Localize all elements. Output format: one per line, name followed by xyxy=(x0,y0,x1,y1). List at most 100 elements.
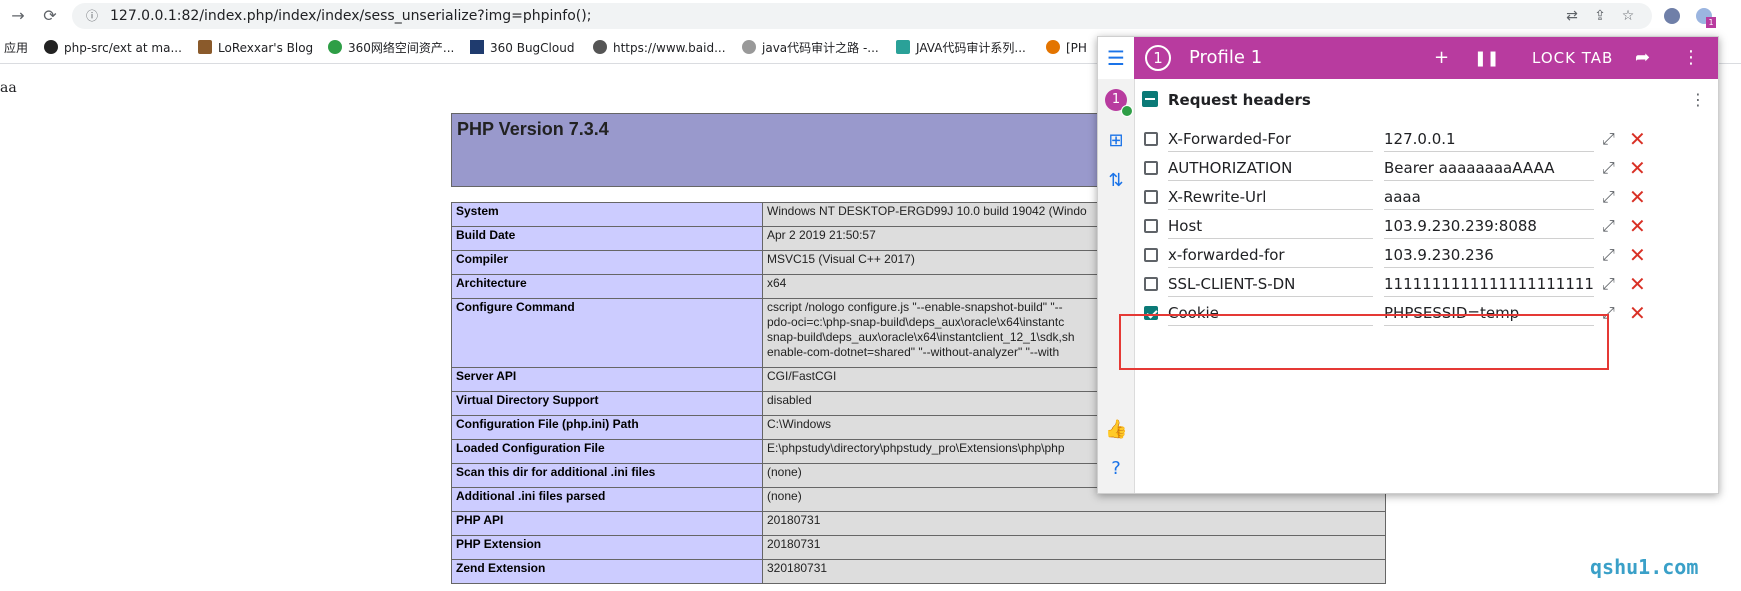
header-value-input[interactable]: 127.0.0.1 xyxy=(1384,127,1594,152)
row-key: Virtual Directory Support xyxy=(451,391,763,416)
expand-icon[interactable]: ⤢ xyxy=(1602,216,1615,236)
profile-number-icon: 1 xyxy=(1145,45,1171,71)
header-name-input[interactable]: AUTHORIZATION xyxy=(1168,156,1373,181)
collapse-checkbox[interactable] xyxy=(1142,91,1158,107)
help-icon[interactable]: ? xyxy=(1105,458,1127,480)
forward-icon[interactable]: → xyxy=(8,6,28,26)
url-text: 127.0.0.1:82/index.php/index/index/sess_… xyxy=(110,8,592,24)
header-checkbox[interactable] xyxy=(1144,219,1158,233)
header-value-input[interactable]: 11111111111111111111111111 xyxy=(1384,272,1594,297)
delete-icon[interactable]: ✕ xyxy=(1629,270,1646,298)
bugcloud-icon xyxy=(470,40,484,54)
more-vert-icon[interactable]: ⋮ xyxy=(1682,37,1700,79)
translate-icon[interactable]: ⇄ xyxy=(1562,6,1582,26)
header-row: AUTHORIZATION Bearer aaaaaaaaAAAA ⤢ ✕ xyxy=(1134,154,1718,184)
header-checkbox[interactable] xyxy=(1144,248,1158,262)
header-checkbox[interactable] xyxy=(1144,132,1158,146)
header-name-input[interactable]: SSL-CLIENT-S-DN xyxy=(1168,272,1373,297)
bookmark-item[interactable]: java代码审计之路 -... xyxy=(742,33,879,63)
lock-tab-button[interactable]: LOCK TAB xyxy=(1532,37,1613,79)
row-key: Build Date xyxy=(451,226,763,251)
row-key: Additional .ini files parsed xyxy=(451,487,763,512)
header-checkbox[interactable] xyxy=(1144,277,1158,291)
bookmark-item[interactable]: 360网络空间资产... xyxy=(328,33,454,63)
360-icon xyxy=(328,40,342,54)
delete-icon[interactable]: ✕ xyxy=(1629,154,1646,182)
hamburger-menu-icon[interactable]: ☰ xyxy=(1105,47,1127,69)
header-value-input[interactable]: 103.9.230.236 xyxy=(1384,243,1594,268)
extension-badge: 1 xyxy=(1706,17,1716,28)
bookmark-item[interactable]: php-src/ext at ma... xyxy=(44,33,182,63)
header-row: x-forwarded-for 103.9.230.236 ⤢ ✕ xyxy=(1134,241,1718,271)
header-name-input[interactable]: X-Forwarded-For xyxy=(1168,127,1373,152)
watermark: qshu1.com xyxy=(1590,555,1699,579)
sort-icon[interactable]: ⇅ xyxy=(1105,170,1127,192)
header-checkbox[interactable] xyxy=(1144,161,1158,175)
header-row: X-Forwarded-For 127.0.0.1 ⤢ ✕ xyxy=(1134,125,1718,155)
header-name-input[interactable]: X-Rewrite-Url xyxy=(1168,185,1373,210)
more-vert-icon[interactable]: ⋮ xyxy=(1690,85,1706,115)
expand-icon[interactable]: ⤢ xyxy=(1602,274,1615,294)
header-value-input[interactable]: 103.9.230.239:8088 xyxy=(1384,214,1594,239)
php-version-title: PHP Version 7.3.4 xyxy=(457,119,609,139)
bookmark-item[interactable]: https://www.baid... xyxy=(593,33,726,63)
site-icon xyxy=(742,40,756,54)
bookmark-item[interactable]: LoRexxar's Blog xyxy=(198,33,313,63)
sidebar-top: ☰ xyxy=(1098,37,1134,79)
table-row: PHP Extension 20180731 xyxy=(451,535,1386,560)
add-icon[interactable]: + xyxy=(1434,37,1449,79)
header-checkbox[interactable] xyxy=(1144,190,1158,204)
info-icon[interactable]: ⓘ xyxy=(82,6,102,26)
delete-icon[interactable]: ✕ xyxy=(1629,183,1646,211)
site-icon xyxy=(896,40,910,54)
blog-icon xyxy=(198,40,212,54)
delete-icon[interactable]: ✕ xyxy=(1629,212,1646,240)
row-value: 20180731 xyxy=(762,535,1386,560)
row-key: Loaded Configuration File xyxy=(451,439,763,464)
red-highlight-box xyxy=(1119,314,1609,370)
row-key: Server API xyxy=(451,367,763,392)
profile-header: 1 Profile 1 + ❚❚ LOCK TAB ➦ ⋮ xyxy=(1134,37,1718,79)
reload-icon[interactable]: ⟳ xyxy=(40,6,60,26)
row-key: System xyxy=(451,202,763,227)
pause-icon[interactable]: ❚❚ xyxy=(1474,37,1499,79)
table-row: Zend Extension 320180731 xyxy=(451,559,1386,584)
github-icon xyxy=(44,40,58,54)
site-icon xyxy=(1046,40,1060,54)
header-row: X-Rewrite-Url aaaa ⤢ ✕ xyxy=(1134,183,1718,213)
row-key: Scan this dir for additional .ini files xyxy=(451,463,763,488)
bookmark-item[interactable]: [PH xyxy=(1046,33,1087,63)
modheader-popup: ☰ 1 ⊞ ⇅ 👍 ? 1 Profile 1 + ❚❚ LOCK TAB ➦ … xyxy=(1097,36,1719,494)
header-row: Host 103.9.230.239:8088 ⤢ ✕ xyxy=(1134,212,1718,242)
header-name-input[interactable]: Host xyxy=(1168,214,1373,239)
header-value-input[interactable]: aaaa xyxy=(1384,185,1594,210)
expand-icon[interactable]: ⤢ xyxy=(1602,158,1615,178)
expand-icon[interactable]: ⤢ xyxy=(1602,245,1615,265)
header-row: SSL-CLIENT-S-DN 111111111111111111111111… xyxy=(1134,270,1718,300)
expand-icon[interactable]: ⤢ xyxy=(1602,129,1615,149)
header-name-input[interactable]: x-forwarded-for xyxy=(1168,243,1373,268)
row-value: 20180731 xyxy=(762,511,1386,536)
profile-title[interactable]: Profile 1 xyxy=(1189,37,1262,79)
bookmark-item[interactable]: 360 BugCloud xyxy=(470,33,574,63)
add-file-icon[interactable]: ⊞ xyxy=(1105,130,1127,152)
delete-icon[interactable]: ✕ xyxy=(1629,241,1646,269)
thumbs-up-icon[interactable]: 👍 xyxy=(1105,419,1127,441)
popup-sidebar: ☰ 1 ⊞ ⇅ 👍 ? xyxy=(1098,37,1135,493)
bookmark-item[interactable]: JAVA代码审计系列... xyxy=(896,33,1026,63)
delete-icon[interactable]: ✕ xyxy=(1629,125,1646,153)
delete-icon[interactable]: ✕ xyxy=(1629,299,1646,327)
page-text: aa xyxy=(0,80,17,96)
extension-icon[interactable] xyxy=(1664,8,1680,24)
bookmark-apps[interactable]: 应用 xyxy=(4,33,28,63)
share-icon[interactable]: ⇪ xyxy=(1590,6,1610,26)
expand-icon[interactable]: ⤢ xyxy=(1602,187,1615,207)
share-arrow-icon[interactable]: ➦ xyxy=(1635,37,1650,79)
address-bar[interactable]: ⓘ 127.0.0.1:82/index.php/index/index/ses… xyxy=(72,3,1652,29)
row-key: Compiler xyxy=(451,250,763,275)
header-value-input[interactable]: Bearer aaaaaaaaAAAA xyxy=(1384,156,1594,181)
globe-icon xyxy=(593,40,607,54)
bookmark-star-icon[interactable]: ☆ xyxy=(1618,6,1638,26)
row-key: Zend Extension xyxy=(451,559,763,584)
table-row: PHP API 20180731 xyxy=(451,511,1386,536)
